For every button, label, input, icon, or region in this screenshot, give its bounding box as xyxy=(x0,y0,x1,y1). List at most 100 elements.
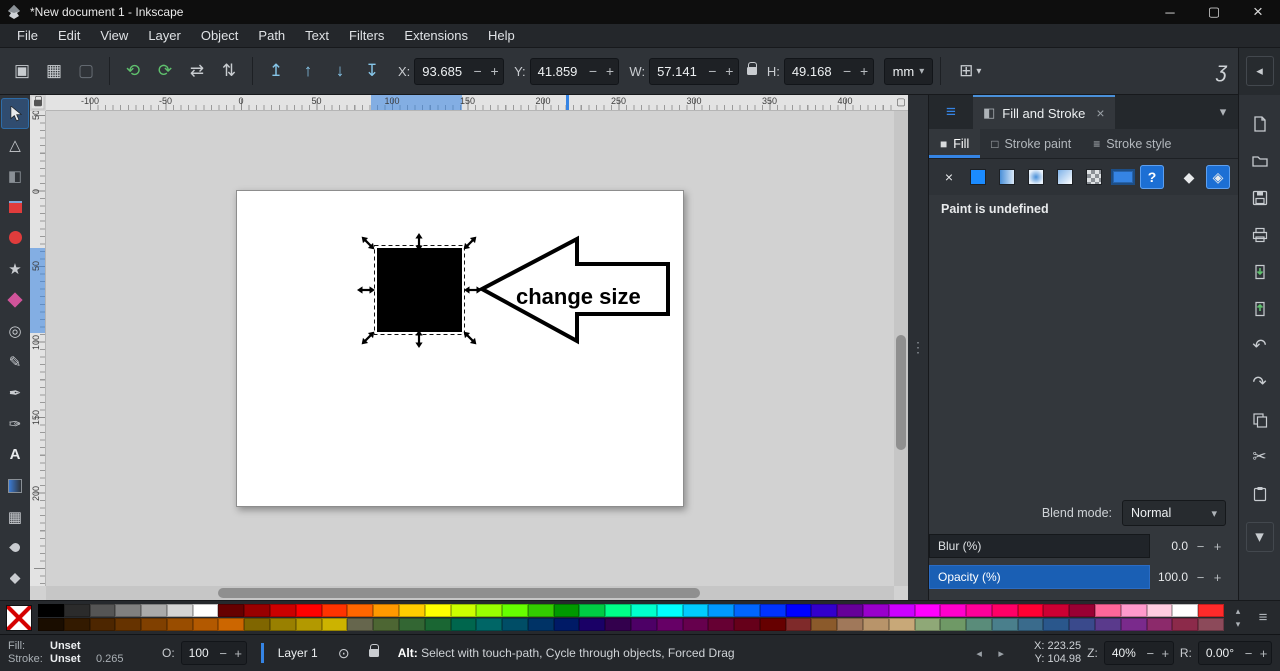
palette-swatch[interactable] xyxy=(888,604,915,617)
palette-swatch[interactable] xyxy=(295,604,322,617)
palette-swatch[interactable] xyxy=(759,604,786,617)
menu-edit[interactable]: Edit xyxy=(49,26,89,45)
fill-stroke-tab[interactable]: ◧ Fill and Stroke × xyxy=(973,95,1115,129)
palette-swatch[interactable] xyxy=(1095,618,1121,631)
palette-swatch[interactable] xyxy=(527,604,554,617)
horizontal-scrollbar-thumb[interactable] xyxy=(218,588,700,598)
lower-button[interactable]: ↓ xyxy=(324,54,356,88)
palette-swatch[interactable] xyxy=(863,604,889,617)
blur-minus-button[interactable]: − xyxy=(1192,539,1209,554)
opacity-plus-button[interactable]: + xyxy=(1209,570,1226,585)
x-field[interactable]: 93.685 − + xyxy=(414,57,505,85)
paint-linear-gradient-button[interactable] xyxy=(995,165,1019,189)
text-tool[interactable]: A xyxy=(1,439,29,470)
paint-flat-button[interactable] xyxy=(966,165,990,189)
palette-swatch[interactable] xyxy=(89,604,116,617)
import-button[interactable] xyxy=(1243,255,1277,288)
palette-swatch[interactable] xyxy=(38,618,64,631)
w-minus-button[interactable]: − xyxy=(704,63,721,79)
palette-swatch[interactable] xyxy=(63,604,90,617)
palette-swatch[interactable] xyxy=(1172,618,1199,631)
palette-swatch[interactable] xyxy=(734,618,760,631)
palette-swatch[interactable] xyxy=(398,618,425,631)
scale-handle-se[interactable] xyxy=(459,327,481,349)
palette-swatch[interactable] xyxy=(837,604,863,617)
blur-plus-button[interactable]: + xyxy=(1209,539,1226,554)
opacity-slider[interactable]: Opacity (%) xyxy=(929,565,1150,589)
palette-swatch[interactable] xyxy=(63,618,90,631)
scale-handle-sw[interactable] xyxy=(357,327,379,349)
palette-swatch[interactable] xyxy=(708,604,735,617)
scale-handle-ne[interactable] xyxy=(459,232,481,254)
cut-button[interactable]: ✂ xyxy=(1243,440,1277,473)
node-tool[interactable]: △ xyxy=(1,129,29,160)
palette-swatch[interactable] xyxy=(682,618,709,631)
fill-rule-nonzero-button[interactable]: ◆ xyxy=(1177,165,1201,189)
palette-swatch[interactable] xyxy=(270,604,296,617)
horizontal-ruler[interactable]: -100 -50 0 50 100 150 200 250 300 350 400 xyxy=(46,95,894,111)
export-button[interactable] xyxy=(1243,292,1277,325)
collapse-snap-toolbar-button[interactable]: ◂ xyxy=(1245,56,1274,86)
palette-swatch[interactable] xyxy=(192,604,219,617)
blur-slider[interactable]: Blur (%) xyxy=(929,534,1150,558)
palette-swatch[interactable] xyxy=(424,604,451,617)
palette-swatch[interactable] xyxy=(450,604,477,617)
palette-swatch[interactable] xyxy=(244,618,271,631)
opacity-value[interactable]: 100.0 xyxy=(1150,570,1192,584)
palette-swatch[interactable] xyxy=(373,618,399,631)
palette-swatch[interactable] xyxy=(321,604,348,617)
menu-extensions[interactable]: Extensions xyxy=(395,26,477,45)
palette-swatch[interactable] xyxy=(991,604,1018,617)
spiral-tool[interactable]: ◎ xyxy=(1,315,29,346)
palette-swatch[interactable] xyxy=(1146,618,1173,631)
palette-swatch[interactable] xyxy=(115,618,142,631)
object-opacity-field[interactable]: 100 − + xyxy=(180,641,247,665)
palette-swatch[interactable] xyxy=(888,618,915,631)
palette-swatch[interactable] xyxy=(785,618,812,631)
rotation-field[interactable]: 0.00° − + xyxy=(1197,641,1272,665)
w-field[interactable]: 57.141 − + xyxy=(649,57,739,85)
dock-menu-button[interactable]: ▾ xyxy=(1208,95,1238,129)
zoom-minus-button[interactable]: − xyxy=(1143,646,1158,661)
x-value[interactable]: 93.685 xyxy=(415,64,469,79)
palette-swatch[interactable] xyxy=(553,618,580,631)
tab-stroke-style[interactable]: ≡ Stroke style xyxy=(1082,129,1182,158)
palette-swatch[interactable] xyxy=(1172,604,1199,617)
palette-swatch[interactable] xyxy=(527,618,554,631)
scaling-options-button[interactable]: ⊞ ▾ xyxy=(948,54,992,88)
y-value[interactable]: 41.859 xyxy=(531,64,585,79)
vertical-scrollbar[interactable] xyxy=(894,111,908,586)
box3d-tool[interactable] xyxy=(1,284,29,315)
paint-pattern-button[interactable] xyxy=(1082,165,1106,189)
palette-swatch[interactable] xyxy=(759,618,786,631)
blend-mode-select[interactable]: Normal ▾ xyxy=(1122,500,1226,526)
menu-view[interactable]: View xyxy=(91,26,137,45)
canvas[interactable]: change size xyxy=(46,111,894,586)
star-tool[interactable]: ★ xyxy=(1,253,29,284)
paint-mesh-gradient-button[interactable] xyxy=(1053,165,1077,189)
mesh-tool[interactable]: ▦ xyxy=(1,501,29,532)
layer-visibility-button[interactable]: ⊙ xyxy=(332,641,356,665)
palette-swatch[interactable] xyxy=(1017,604,1044,617)
objects-dialog-tab[interactable]: ≡ xyxy=(929,95,973,129)
palette-swatch[interactable] xyxy=(1069,604,1096,617)
paint-swatch-button[interactable] xyxy=(1111,165,1135,189)
gradient-tool[interactable] xyxy=(1,470,29,501)
palette-swatch[interactable] xyxy=(966,618,992,631)
save-document-button[interactable] xyxy=(1243,181,1277,214)
deselect-button[interactable]: ▢ xyxy=(70,54,102,88)
opacity-minus-button[interactable]: − xyxy=(1192,570,1209,585)
palette-swatch[interactable] xyxy=(991,618,1018,631)
palette-swatch[interactable] xyxy=(115,604,142,617)
palette-swatch[interactable] xyxy=(605,618,631,631)
palette-swatch[interactable] xyxy=(682,604,709,617)
h-minus-button[interactable]: − xyxy=(839,63,856,79)
scale-handle-e[interactable] xyxy=(462,285,484,295)
fill-rule-evenodd-button[interactable]: ◈ xyxy=(1206,165,1230,189)
duplicate-button[interactable] xyxy=(1243,403,1277,436)
blur-value[interactable]: 0.0 xyxy=(1150,539,1192,553)
canvas-corner-button[interactable]: ▢ xyxy=(894,95,908,111)
fill-stroke-indicator[interactable]: Fill: Unset Stroke: Unset 0.265 xyxy=(8,640,156,666)
menu-file[interactable]: File xyxy=(8,26,47,45)
palette-swatch[interactable] xyxy=(218,604,245,617)
